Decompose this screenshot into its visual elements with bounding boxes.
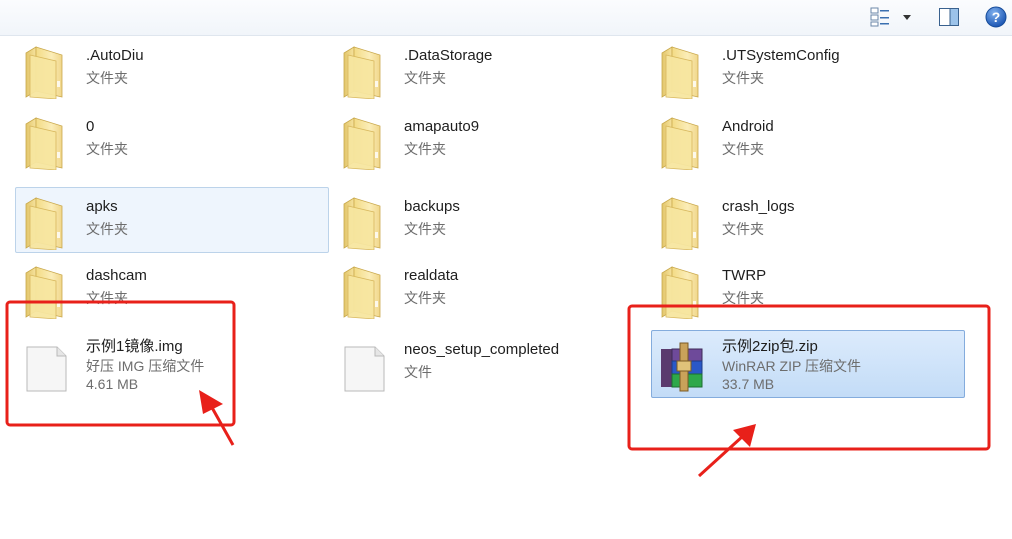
file-item[interactable]: neos_setup_completed 文件 xyxy=(333,330,647,398)
preview-pane-button[interactable] xyxy=(937,6,961,28)
item-name: amapauto9 xyxy=(404,118,480,135)
folder-item[interactable]: .DataStorage 文件夹 xyxy=(333,36,647,102)
item-name: .AutoDiu xyxy=(86,47,144,64)
folder-icon xyxy=(658,41,708,100)
folder-item[interactable]: .UTSystemConfig 文件夹 xyxy=(651,36,965,102)
file-item[interactable]: 示例1镜像.img 好压 IMG 压缩文件 4.61 MB xyxy=(15,330,329,398)
item-type: 文件夹 xyxy=(722,141,764,157)
folder-icon xyxy=(658,261,708,320)
help-icon: ? xyxy=(985,6,1007,28)
item-type: 文件夹 xyxy=(86,290,128,306)
winrar-archive-icon xyxy=(658,335,708,393)
change-view-icon xyxy=(870,7,911,27)
help-button[interactable]: ? xyxy=(984,6,1008,28)
item-size: 4.61 MB xyxy=(86,376,139,392)
item-name: dashcam xyxy=(86,267,147,284)
folder-icon xyxy=(22,261,72,320)
preview-pane-icon xyxy=(939,8,959,26)
item-type: 文件夹 xyxy=(86,70,128,86)
item-name: .DataStorage xyxy=(404,47,493,64)
folder-icon xyxy=(22,192,72,251)
item-type: 文件夹 xyxy=(404,141,446,157)
blank-file-icon xyxy=(22,335,72,393)
folder-icon xyxy=(22,112,72,171)
blank-file-icon xyxy=(340,335,390,393)
annotation-arrow-zip xyxy=(697,424,756,478)
item-type: WinRAR ZIP 压缩文件 xyxy=(722,358,861,374)
file-item[interactable]: 示例2zip包.zip WinRAR ZIP 压缩文件 33.7 MB xyxy=(651,330,965,398)
item-name: .UTSystemConfig xyxy=(722,47,840,64)
item-type: 文件夹 xyxy=(722,221,764,237)
folder-item[interactable]: amapauto9 文件夹 xyxy=(333,107,647,173)
folder-item[interactable]: apks 文件夹 xyxy=(15,187,329,253)
item-type: 好压 IMG 压缩文件 xyxy=(86,358,205,374)
item-name: 示例2zip包.zip xyxy=(722,338,818,355)
folder-item[interactable]: TWRP 文件夹 xyxy=(651,256,965,322)
folder-icon xyxy=(340,192,390,251)
folder-item[interactable]: .AutoDiu 文件夹 xyxy=(15,36,329,102)
item-type: 文件夹 xyxy=(404,290,446,306)
command-bar: ? xyxy=(0,0,1012,36)
chevron-down-icon xyxy=(903,15,911,20)
folder-icon xyxy=(340,41,390,100)
svg-text:?: ? xyxy=(992,9,1001,25)
item-name: 示例1镜像.img xyxy=(86,338,183,355)
item-type: 文件夹 xyxy=(86,141,128,157)
folder-item[interactable]: crash_logs 文件夹 xyxy=(651,187,965,253)
item-name: TWRP xyxy=(722,267,767,284)
item-type: 文件 xyxy=(404,364,432,380)
folder-icon xyxy=(658,112,708,171)
item-type: 文件夹 xyxy=(722,70,764,86)
item-size: 33.7 MB xyxy=(722,376,775,392)
item-name: backups xyxy=(404,198,460,215)
folder-item[interactable]: realdata 文件夹 xyxy=(333,256,647,322)
folder-item[interactable]: dashcam 文件夹 xyxy=(15,256,329,322)
item-name: crash_logs xyxy=(722,198,795,215)
item-type: 文件夹 xyxy=(722,290,764,306)
item-name: realdata xyxy=(404,267,459,284)
folder-icon xyxy=(340,261,390,320)
folder-icon xyxy=(340,112,390,171)
item-name: apks xyxy=(86,198,118,215)
folder-item[interactable]: Android 文件夹 xyxy=(651,107,965,173)
folder-icon xyxy=(658,192,708,251)
folder-icon xyxy=(22,41,72,100)
change-view-button[interactable] xyxy=(868,6,916,28)
item-type: 文件夹 xyxy=(404,70,446,86)
item-name: 0 xyxy=(86,118,95,135)
item-type: 文件夹 xyxy=(404,221,446,237)
annotation-arrow-img xyxy=(199,390,235,446)
item-name: Android xyxy=(722,118,774,135)
folder-item[interactable]: backups 文件夹 xyxy=(333,187,647,253)
item-type: 文件夹 xyxy=(86,221,128,237)
item-name: neos_setup_completed xyxy=(404,341,560,358)
folder-item[interactable]: 0 文件夹 xyxy=(15,107,329,173)
